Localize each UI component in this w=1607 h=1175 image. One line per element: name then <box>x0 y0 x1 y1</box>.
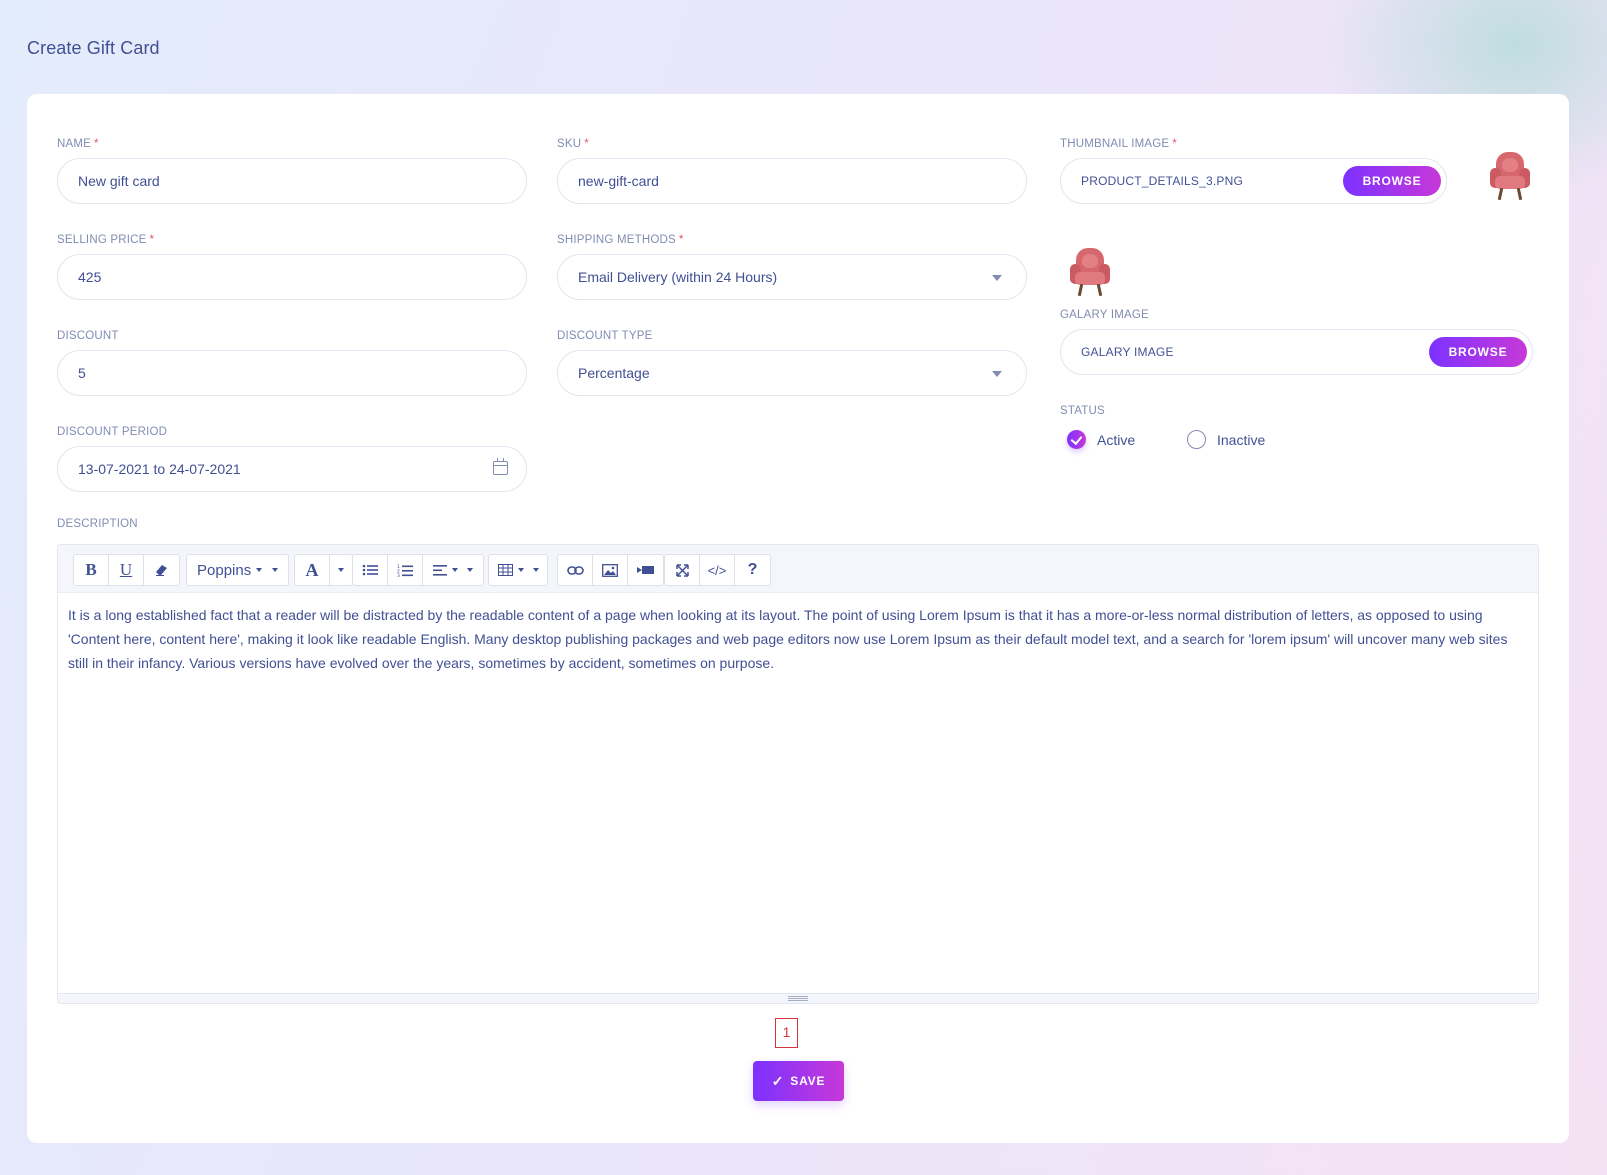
resize-handle[interactable] <box>788 996 808 1001</box>
shipping-methods-field-group: SHIPPING METHODS * Email Delivery (within… <box>557 234 1027 300</box>
insert-group <box>557 554 664 586</box>
thumbnail-field-group: THUMBNAIL IMAGE * PRODUCT_DETAILS_3.PNG B… <box>1060 138 1447 204</box>
caret-down-icon <box>517 568 524 572</box>
thumbnail-file-input[interactable]: PRODUCT_DETAILS_3.PNG BROWSE <box>1060 158 1447 204</box>
shipping-methods-select[interactable]: Email Delivery (within 24 Hours) <box>557 254 1027 300</box>
check-icon: ✓ <box>771 1072 785 1089</box>
font-family-dropdown[interactable]: Poppins <box>187 555 288 585</box>
status-active-label: Active <box>1097 431 1136 448</box>
discount-type-value: Percentage <box>578 365 650 381</box>
table-dropdown[interactable] <box>489 555 547 585</box>
discount-period-label: DISCOUNT PERIOD <box>57 426 168 438</box>
video-icon <box>637 566 654 574</box>
caret-down-icon <box>467 568 473 572</box>
editor-statusbar <box>58 993 1538 1003</box>
description-label: DESCRIPTION <box>57 518 138 530</box>
sku-label: SKU * <box>557 138 589 150</box>
discount-input[interactable]: 5 <box>57 350 527 396</box>
link-button[interactable] <box>558 555 593 585</box>
fullscreen-button[interactable] <box>665 555 700 585</box>
eraser-button[interactable] <box>144 555 179 585</box>
ordered-list-button[interactable]: 123 <box>388 555 423 585</box>
underline-button[interactable]: U <box>109 555 144 585</box>
font-color-dropdown[interactable] <box>330 555 352 585</box>
status-inactive-label: Inactive <box>1217 431 1266 448</box>
gallery-field-group: GALARY IMAGE GALARY IMAGE BROWSE <box>1060 309 1533 375</box>
caret-down-icon <box>272 568 279 572</box>
description-content[interactable]: It is a long established fact that a rea… <box>68 603 1524 675</box>
editor-toolbar: B U Poppins A 1 2 3 </> ? <box>58 545 1538 593</box>
fullscreen-icon <box>675 563 689 577</box>
description-editor: B U Poppins A 1 2 3 </> ? It is a long e… <box>57 544 1539 1004</box>
unordered-list-button[interactable] <box>353 555 388 585</box>
style-group: B U <box>73 554 180 586</box>
discount-period-input[interactable]: 13-07-2021 to 24-07-2021 <box>57 446 527 492</box>
discount-field-group: DISCOUNT 5 <box>57 330 527 396</box>
gallery-file-name: GALARY IMAGE <box>1081 345 1174 359</box>
name-input[interactable]: New gift card <box>57 158 527 204</box>
numbered-list-icon: 123 <box>397 564 413 577</box>
image-icon <box>602 563 618 577</box>
discount-period-field-group: DISCOUNT PERIOD 13-07-2021 to 24-07-2021 <box>57 426 527 492</box>
caret-down-icon <box>452 568 458 572</box>
calendar-icon[interactable] <box>493 458 508 475</box>
caret-down-icon <box>256 568 263 572</box>
table-icon <box>497 564 513 576</box>
bullet-list-icon <box>362 564 378 576</box>
discount-label: DISCOUNT <box>57 330 119 342</box>
list-group: 123 <box>352 554 484 586</box>
caret-down-icon <box>338 568 344 572</box>
sku-input[interactable]: new-gift-card <box>557 158 1027 204</box>
radio-checked-icon[interactable] <box>1067 430 1086 449</box>
discount-type-field-group: DISCOUNT TYPE Percentage <box>557 330 1027 396</box>
shipping-methods-label: SHIPPING METHODS * <box>557 234 684 246</box>
view-group: </> ? <box>664 554 771 586</box>
gallery-browse-button[interactable]: BROWSE <box>1429 337 1527 367</box>
selling-price-input[interactable]: 425 <box>57 254 527 300</box>
selling-price-label: SELLING PRICE * <box>57 234 155 246</box>
font-family-value: Poppins <box>197 561 252 579</box>
bold-button[interactable]: B <box>74 555 109 585</box>
code-view-button[interactable]: </> <box>700 555 735 585</box>
caret-down-icon <box>532 568 539 572</box>
save-button[interactable]: ✓ SAVE <box>753 1061 844 1101</box>
discount-type-select[interactable]: Percentage <box>557 350 1027 396</box>
status-label: STATUS <box>1060 405 1105 417</box>
chevron-down-icon <box>992 371 1002 377</box>
align-left-icon <box>433 564 447 576</box>
thumbnail-preview-image <box>1487 150 1533 202</box>
gallery-label: GALARY IMAGE <box>1060 309 1149 321</box>
font-color-button[interactable]: A <box>295 555 330 585</box>
name-label: NAME * <box>57 138 99 150</box>
discount-type-label: DISCOUNT TYPE <box>557 330 653 342</box>
sku-field-group: SKU * new-gift-card <box>557 138 1027 204</box>
radio-unchecked-icon[interactable] <box>1187 430 1206 449</box>
thumbnail-label: THUMBNAIL IMAGE * <box>1060 138 1177 150</box>
thumbnail-browse-button[interactable]: BROWSE <box>1343 166 1441 196</box>
page-title: Create Gift Card <box>27 38 160 58</box>
status-active-option[interactable]: Active <box>1067 430 1135 449</box>
page-number-badge: 1 <box>775 1018 798 1048</box>
help-button[interactable]: ? <box>735 555 770 585</box>
thumbnail-file-name: PRODUCT_DETAILS_3.PNG <box>1081 174 1244 188</box>
status-inactive-option[interactable]: Inactive <box>1187 430 1265 449</box>
gift-card-form: NAME * New gift card SKU * new-gift-card T… <box>27 94 1569 1143</box>
paragraph-align-dropdown[interactable] <box>423 555 483 585</box>
selling-price-field-group: SELLING PRICE * 425 <box>57 234 527 300</box>
discount-period-value: 13-07-2021 to 24-07-2021 <box>78 461 241 477</box>
video-button[interactable] <box>628 555 663 585</box>
color-group: A <box>294 554 353 586</box>
save-label: SAVE <box>790 1074 826 1088</box>
shipping-methods-value: Email Delivery (within 24 Hours) <box>578 269 778 285</box>
chevron-down-icon <box>992 275 1002 281</box>
table-group <box>488 554 548 586</box>
image-button[interactable] <box>593 555 628 585</box>
gallery-preview-image <box>1067 246 1113 298</box>
svg-text:3: 3 <box>397 573 400 577</box>
gallery-file-input[interactable]: GALARY IMAGE BROWSE <box>1060 329 1533 375</box>
eraser-icon <box>155 565 167 576</box>
link-icon <box>566 565 584 575</box>
font-group: Poppins <box>186 554 290 586</box>
name-field-group: NAME * New gift card <box>57 138 527 204</box>
